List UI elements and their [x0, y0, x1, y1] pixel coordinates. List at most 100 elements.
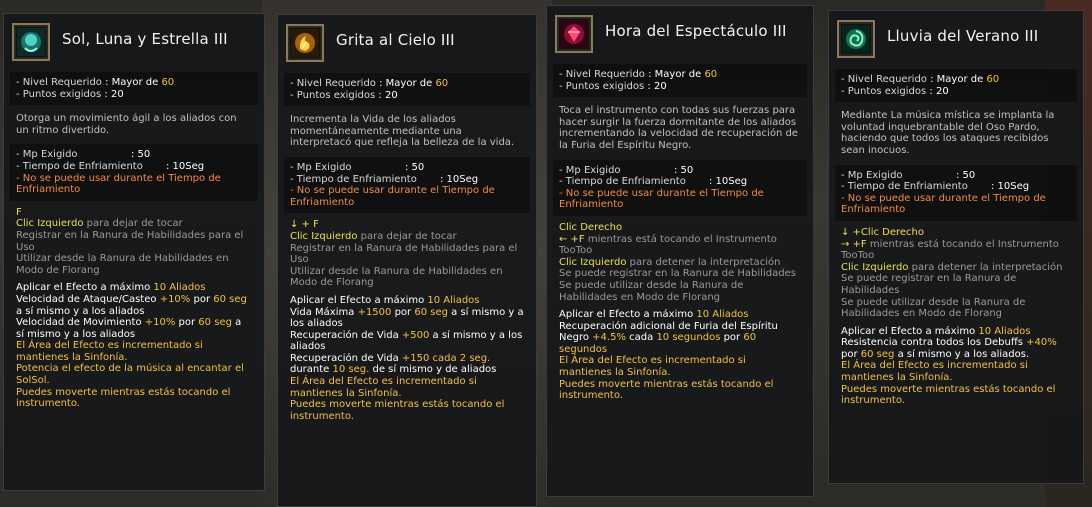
- text-fragment: 10 Aliados: [978, 325, 1031, 337]
- text-fragment: durante: [290, 364, 333, 376]
- text-fragment: Velocidad de Movimiento: [16, 317, 145, 329]
- effects-section: Aplicar el Efecto a máximo 10 Aliados Vel…: [4, 282, 264, 410]
- text-fragment: para detener la interpretación: [626, 256, 781, 268]
- mp-row: - Mp Exigido: 50: [841, 170, 1071, 182]
- text-fragment: El Área del Efecto es incrementado si ma…: [559, 355, 746, 379]
- text-fragment: +4.5%: [592, 332, 626, 344]
- cooldown-label: - Tiempo de Enfriamiento: [16, 160, 143, 172]
- text-fragment: Aplicar el Efecto a máximo: [841, 325, 979, 337]
- effect-line: Puedes moverte mientras estás tocando el…: [559, 379, 801, 402]
- text-fragment: Puedes moverte mientras estás tocando el…: [16, 386, 231, 410]
- text-fragment: Velocidad de Ataque/Casteo: [16, 293, 160, 305]
- text-fragment: El Área del Efecto es incrementado si ma…: [290, 376, 477, 399]
- required-level-value: 60: [435, 78, 449, 89]
- effect-line: Velocidad de Ataque/Casteo +10% por 60 s…: [16, 294, 252, 317]
- control-line: Utilizar desde la Ranura de Habilidades …: [290, 265, 503, 289]
- required-level-label: - Nivel Requerido: [16, 77, 102, 88]
- requirements-section: - Nivel Requerido : Mayor de 60- Puntos …: [553, 64, 807, 98]
- required-level-label: - Nivel Requerido: [841, 74, 927, 85]
- skill-title: Lluvia del Verano III: [887, 27, 1039, 45]
- text-fragment: Puedes moverte mientras estás tocando el…: [290, 399, 505, 422]
- required-level-row: - Nivel Requerido : Mayor de 60: [841, 74, 1071, 86]
- skill-tooltip-sol-luna-estrella: Sol, Luna y Estrella III - Nivel Requeri…: [3, 13, 265, 491]
- text-fragment: 60 seg: [414, 306, 448, 318]
- text-fragment: ← +F: [559, 233, 585, 245]
- cooldown-row: - Tiempo de Enfriamiento : 10Seg: [16, 161, 252, 173]
- effect-line: El Área del Efecto es incrementado si ma…: [559, 355, 801, 378]
- text-fragment: +10%: [144, 317, 176, 329]
- text-fragment: 10 Aliados: [427, 294, 480, 306]
- controls-section: ↓ +Clic Derecho → +F mientras está tocand…: [829, 227, 1083, 320]
- effect-line: Puedes moverte mientras estás tocando el…: [841, 384, 1071, 407]
- control-line: ↓ +Clic Derecho: [841, 226, 925, 238]
- text-fragment: Clic Izquierdo: [290, 230, 358, 242]
- cooldown-warning: - No se puede usar durante el Tiempo de …: [16, 172, 221, 196]
- effect-line: Recuperación de Vida +500 a sí mismo y a…: [290, 330, 524, 353]
- text-fragment: Clic Izquierdo: [841, 261, 909, 273]
- skill-tooltip-grita-al-cielo: Grita al Cielo III - Nivel Requerido : M…: [277, 14, 537, 507]
- control-line: ← +F mientras está tocando el Instrument…: [559, 234, 801, 257]
- text-fragment: Recuperación de Vida: [290, 329, 402, 341]
- text-fragment: El Área del Efecto es incrementado si ma…: [841, 360, 1028, 384]
- text-fragment: 10 seg.: [332, 364, 370, 376]
- cooldown-value: : 10Seg: [709, 176, 748, 188]
- mp-value: : 50: [674, 164, 694, 176]
- mp-row: - Mp Exigido: 50: [16, 149, 252, 161]
- cooldown-value: : 10Seg: [166, 160, 205, 172]
- mp-label: - Mp Exigido: [290, 161, 352, 173]
- controls-section: ↓ + F Clic Izquierdo para dejar de tocar R…: [278, 219, 536, 289]
- control-line: Se puede registrar en la Ranura de Habil…: [559, 268, 796, 280]
- text-fragment: +150 cada 2 seg.: [401, 352, 491, 364]
- skill-points-value: : 20: [929, 85, 949, 97]
- cooldown-value: : 10Seg: [440, 173, 479, 185]
- text-fragment: cada: [625, 332, 657, 344]
- cooldown-warning: - No se puede usar durante el Tiempo de …: [559, 187, 764, 211]
- skill-description: Incrementa la Vida de los aliados moment…: [290, 114, 515, 149]
- effect-line: El Área del Efecto es incrementado si ma…: [290, 376, 524, 399]
- cost-section: - Mp Exigido: 50- Tiempo de Enfriamiento…: [284, 156, 530, 214]
- text-fragment: Vida Máxima: [290, 306, 358, 318]
- cooldown-row: - Tiempo de Enfriamiento : 10Seg: [559, 176, 801, 188]
- requirements-section: - Nivel Requerido : Mayor de 60- Puntos …: [284, 73, 530, 107]
- skill-points-label: - Puntos exigidos: [16, 88, 102, 100]
- cooldown-label: - Tiempo de Enfriamiento: [559, 176, 686, 188]
- mp-label: - Mp Exigido: [16, 149, 78, 161]
- text-fragment: 60 seg: [198, 317, 232, 329]
- skill-points-value: : 20: [104, 88, 124, 100]
- control-line: Se puede registrar en la Ranura de Habil…: [841, 273, 1017, 296]
- required-level-label: - Nivel Requerido: [290, 78, 376, 89]
- effects-section: Aplicar el Efecto a máximo 10 Aliados Res…: [829, 326, 1083, 407]
- control-line: Clic Izquierdo para dejar de tocar: [290, 231, 524, 243]
- text-fragment: 60 seg: [860, 348, 895, 360]
- golden-flame-icon: [286, 24, 324, 62]
- required-level-row: - Nivel Requerido : Mayor de 60: [559, 69, 801, 81]
- skill-points-value: : 20: [647, 80, 667, 92]
- skill-points-label: - Puntos exigidos: [559, 80, 645, 92]
- text-fragment: Puedes moverte mientras estás tocando el…: [841, 383, 1056, 407]
- text-fragment: por: [841, 348, 861, 360]
- text-fragment: por: [391, 306, 415, 318]
- mp-row: - Mp Exigido: 50: [290, 162, 524, 174]
- cost-section: - Mp Exigido: 50- Tiempo de Enfriamiento…: [835, 164, 1077, 221]
- control-line: F: [16, 206, 22, 218]
- text-fragment: a sí mismo y a los aliados: [16, 305, 145, 317]
- effects-section: Aplicar el Efecto a máximo 10 Aliados Vid…: [278, 295, 536, 423]
- text-fragment: para dejar de tocar: [357, 230, 457, 242]
- text-fragment: +40%: [1026, 337, 1057, 349]
- cooldown-row: - Tiempo de Enfriamiento: 10Seg: [841, 181, 1071, 193]
- skill-points-row: - Puntos exigidos : 20: [290, 90, 524, 102]
- requirements-section: - Nivel Requerido : Mayor de 60- Puntos …: [835, 69, 1077, 103]
- text-fragment: Puedes moverte mientras estás tocando el…: [559, 378, 774, 402]
- green-swirl-icon: [837, 20, 875, 58]
- text-fragment: Aplicar el Efecto a máximo: [559, 309, 697, 321]
- text-fragment: mientras está tocando el Instrumento Too…: [559, 233, 777, 257]
- text-fragment: Aplicar el Efecto a máximo: [16, 282, 154, 294]
- effect-line: Puedes moverte mientras estás tocando el…: [16, 387, 252, 410]
- effect-line: Recuperación de Vida +150 cada 2 seg. du…: [290, 353, 524, 376]
- text-fragment: mientras está tocando el Instrumento Too…: [841, 238, 1059, 262]
- effects-section: Aplicar el Efecto a máximo 10 Aliados Rec…: [547, 309, 813, 402]
- cost-section: - Mp Exigido: 50- Tiempo de Enfriamiento…: [10, 144, 258, 201]
- cooldown-warning: - No se puede usar durante el Tiempo de …: [290, 185, 495, 208]
- text-fragment: Aplicar el Efecto a máximo: [290, 294, 428, 306]
- skill-tooltip-lluvia-del-verano: Lluvia del Verano III - Nivel Requerido …: [828, 10, 1084, 484]
